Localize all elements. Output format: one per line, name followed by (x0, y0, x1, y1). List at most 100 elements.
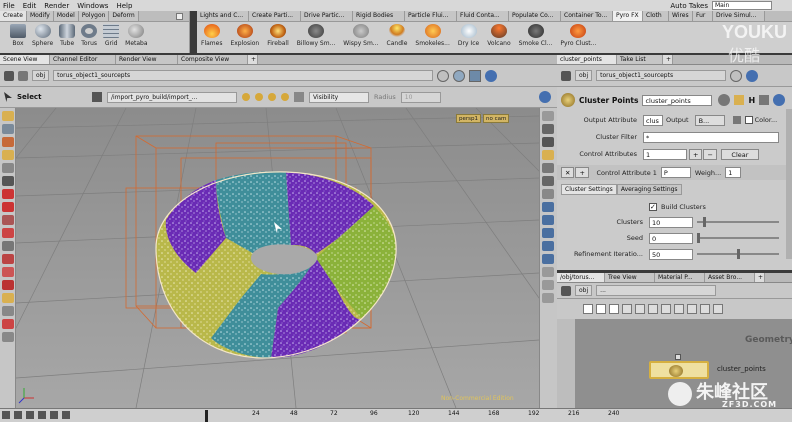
bulb4-icon[interactable] (281, 93, 289, 101)
tool-snap-icon[interactable] (2, 293, 14, 303)
output-select[interactable]: B... (694, 114, 725, 126)
param-path-root[interactable]: obj (575, 70, 593, 81)
go-start-icon[interactable] (14, 411, 22, 419)
shade-icon[interactable] (542, 189, 554, 199)
net-tool-7-icon[interactable] (661, 304, 671, 314)
cluster-points-node[interactable] (649, 361, 709, 379)
bulb3-icon[interactable] (268, 93, 276, 101)
timeline[interactable]: 24 48 72 96 120 144 168 192 216 240 (0, 408, 792, 422)
output-attribute-field[interactable]: clus (643, 114, 663, 126)
select-mode-icon[interactable] (92, 92, 102, 102)
tab-tree-view[interactable]: Tree View (605, 273, 655, 282)
pin-icon[interactable] (437, 69, 450, 82)
shelf-add-icon[interactable] (176, 13, 183, 20)
add-attribute-button[interactable]: + (689, 148, 703, 160)
remove-instance-button[interactable]: ✕ (561, 167, 575, 178)
tool-misc-icon[interactable] (2, 332, 14, 342)
shelf-tab-create-particles[interactable]: Create Parti... (249, 11, 301, 21)
tool-wispy-smoke[interactable]: Wispy Sm... (343, 24, 379, 47)
tab-scene-view[interactable]: Scene View (0, 55, 50, 64)
tab-cluster-points[interactable]: cluster_points (557, 55, 617, 64)
tool-metaball[interactable]: Metaba (125, 24, 148, 47)
net-tool-6-icon[interactable] (648, 304, 658, 314)
shelf-tab-cloth[interactable]: Cloth (643, 11, 669, 21)
prims-icon[interactable] (542, 228, 554, 238)
playhead[interactable] (205, 410, 208, 422)
shelf-tab-wires[interactable]: Wires (669, 11, 693, 21)
play-back-icon[interactable] (26, 411, 34, 419)
go-end-icon[interactable] (62, 411, 70, 419)
scene-path-node[interactable]: torus_object1_sourcepts (53, 70, 434, 81)
params-menu-icon[interactable] (759, 95, 770, 105)
control-attribute1-field[interactable]: P (660, 167, 691, 178)
shelf-tab-deform[interactable]: Deform (109, 11, 139, 21)
tab-asset-browser[interactable]: Asset Bro... (705, 273, 755, 282)
net-tool-3-icon[interactable] (609, 304, 619, 314)
viewer-help-icon[interactable] (539, 91, 551, 103)
wire-icon[interactable] (542, 176, 554, 186)
misc-b-icon[interactable] (542, 280, 554, 290)
radius-field[interactable]: 10 (400, 91, 441, 103)
color-checkbox[interactable] (744, 116, 753, 124)
shelf-tab-lights[interactable]: Lights and C... (197, 11, 249, 21)
tab-channel-editor[interactable]: Channel Editor (50, 55, 116, 64)
bulb2-icon[interactable] (255, 93, 263, 101)
tool-light-icon[interactable] (2, 267, 14, 277)
shelf-tab-modify[interactable]: Modify (26, 11, 54, 21)
misc-a-icon[interactable] (542, 267, 554, 277)
tab-cluster-settings[interactable]: Cluster Settings (561, 183, 617, 195)
control-attributes-field[interactable]: 1 (643, 148, 687, 160)
scene-viewport[interactable]: persp1 no cam Non-Commercial Edition (16, 108, 539, 408)
hscript-icon[interactable]: H (748, 96, 755, 105)
vertex-icon[interactable] (542, 241, 554, 251)
tool-candle[interactable]: Candle (387, 24, 407, 47)
weight-field[interactable]: 1 (725, 167, 742, 178)
net-tool-11-icon[interactable] (713, 304, 723, 314)
menu-windows[interactable]: Windows (77, 2, 108, 10)
shelf-tab-particle-fluids[interactable]: Particle Flui... (405, 11, 457, 21)
tool-torus[interactable]: Torus (81, 24, 98, 47)
tool-volcano[interactable]: Volcano (487, 24, 511, 47)
tool-select-icon[interactable] (2, 124, 14, 134)
clusters-slider[interactable] (697, 217, 779, 227)
tool-pose-icon[interactable] (2, 176, 14, 186)
network-add-tab-icon[interactable]: + (755, 273, 765, 282)
menu-file[interactable]: File (3, 2, 15, 10)
seed-slider[interactable] (697, 233, 779, 243)
scene-path-root[interactable]: obj (32, 70, 50, 81)
tab-add-icon[interactable]: + (248, 55, 258, 64)
tool-brush-icon[interactable] (2, 202, 14, 212)
shelf-tab-fur[interactable]: Fur (693, 11, 713, 21)
tab-take-list[interactable]: Take List (617, 55, 663, 64)
auto-takes-label[interactable]: Auto Takes (670, 2, 708, 10)
uv-icon[interactable] (542, 254, 554, 264)
shelf-tab-drive-simulation[interactable]: Drive Simul... (713, 11, 765, 21)
net-tool-4-icon[interactable] (622, 304, 632, 314)
shelf-tab-container-tools[interactable]: Container To... (561, 11, 613, 21)
shelf-tab-populate[interactable]: Populate Co... (509, 11, 561, 21)
shelf-tab-polygon[interactable]: Polygon (78, 11, 110, 21)
misc-c-icon[interactable] (542, 293, 554, 303)
tool-explosion[interactable]: Explosion (230, 24, 259, 47)
network-back-icon[interactable] (561, 285, 571, 296)
tool-pyro-cluster[interactable]: Pyro Clust... (560, 24, 596, 47)
refinement-slider[interactable] (697, 249, 779, 259)
network-path-root[interactable]: obj (575, 285, 593, 296)
tool-flames[interactable]: Flames (201, 24, 222, 47)
tool-view-icon[interactable] (2, 241, 14, 251)
back-icon[interactable] (4, 70, 14, 81)
tool-cam-icon[interactable] (2, 254, 14, 264)
shelf-tab-model[interactable]: Model (53, 11, 79, 21)
node-help-icon[interactable] (773, 94, 786, 106)
clusters-field[interactable]: 10 (649, 216, 693, 228)
display-options-icon[interactable] (469, 69, 482, 82)
param-add-tab-icon[interactable]: + (663, 55, 673, 64)
seed-field[interactable]: 0 (649, 232, 693, 244)
add-instance-button[interactable]: + (575, 167, 589, 178)
shelf-tab-rigid-bodies[interactable]: Rigid Bodies (353, 11, 405, 21)
snap-icon[interactable] (542, 163, 554, 173)
param-back-icon[interactable] (561, 70, 571, 81)
param-pin-icon[interactable] (730, 69, 743, 82)
tool-tube[interactable]: Tube (59, 24, 76, 47)
tool-smoke-cluster[interactable]: Smoke Cl... (519, 24, 552, 47)
